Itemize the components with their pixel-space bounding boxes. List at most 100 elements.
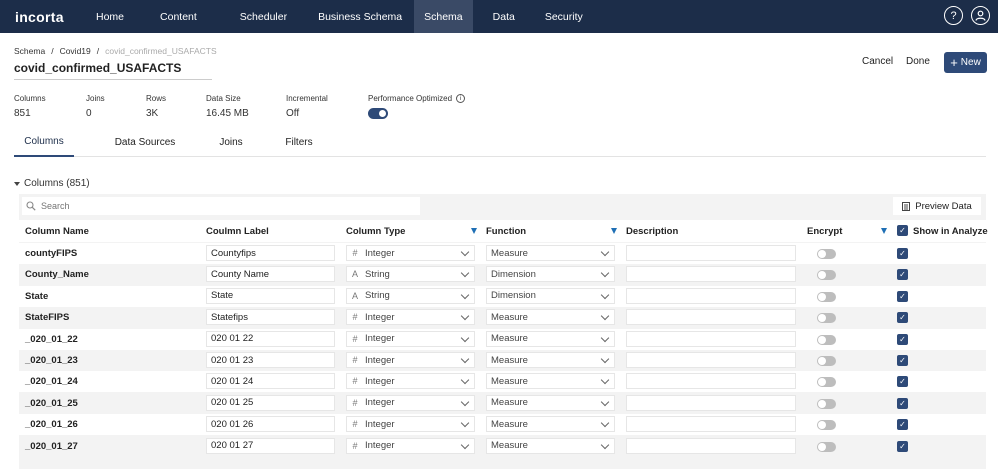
encrypt-toggle[interactable] — [817, 356, 836, 366]
column-label-input[interactable]: 020 01 26 — [206, 416, 335, 433]
column-label-input[interactable]: County Name — [206, 266, 335, 283]
show-in-analyze-checkbox[interactable]: ✓ — [897, 333, 908, 345]
tab-joins[interactable]: Joins — [206, 128, 256, 157]
column-label-input[interactable]: Statefips — [206, 309, 335, 326]
show-in-analyze-checkbox[interactable]: ✓ — [897, 397, 908, 409]
show-in-analyze-checkbox[interactable]: ✓ — [897, 376, 908, 388]
nav-schema[interactable]: Schema — [414, 0, 473, 33]
column-type-select[interactable]: # Integer — [346, 373, 475, 390]
filter-icon[interactable] — [881, 228, 887, 234]
stat-columns: Columns 851 — [14, 94, 46, 119]
description-input[interactable] — [626, 309, 796, 326]
description-input[interactable] — [626, 245, 796, 261]
new-button[interactable]: + New — [944, 52, 987, 73]
function-select[interactable]: Dimension — [486, 287, 615, 304]
column-type-select[interactable]: A String — [346, 287, 475, 304]
search-input[interactable] — [41, 201, 401, 211]
column-type-select[interactable]: # Integer — [346, 245, 475, 261]
breadcrumb-covid19[interactable]: Covid19 — [60, 46, 91, 56]
nav-scheduler[interactable]: Scheduler — [230, 0, 297, 33]
done-button[interactable]: Done — [906, 56, 930, 67]
column-label-input[interactable]: 020 01 24 — [206, 373, 335, 390]
encrypt-toggle[interactable] — [817, 313, 836, 324]
nav-home[interactable]: Home — [86, 0, 134, 33]
tab-data-sources[interactable]: Data Sources — [86, 128, 204, 157]
column-label-input[interactable]: 020 01 27 — [206, 437, 335, 454]
header-description[interactable]: Description — [626, 226, 678, 237]
header-show-in-analyze[interactable]: Show in Analyze — [913, 226, 988, 237]
function-select[interactable]: Measure — [486, 352, 615, 368]
nav-content[interactable]: Content — [150, 0, 207, 33]
filter-icon[interactable] — [611, 228, 617, 234]
encrypt-toggle[interactable] — [817, 249, 836, 259]
encrypt-toggle[interactable] — [817, 270, 836, 281]
column-type-select[interactable]: # Integer — [346, 394, 475, 411]
type-icon: A — [351, 290, 358, 301]
column-type-select[interactable]: # Integer — [346, 309, 475, 326]
show-in-analyze-checkbox[interactable]: ✓ — [897, 248, 908, 259]
table-header: Column Name Coulmn Label Column Type Fun… — [19, 220, 988, 242]
performance-toggle[interactable] — [368, 108, 388, 120]
page-title[interactable]: covid_confirmed_USAFACTS — [14, 61, 181, 75]
function-select[interactable]: Measure — [486, 394, 615, 411]
show-in-analyze-checkbox[interactable]: ✓ — [897, 269, 908, 281]
column-label-input[interactable]: 020 01 25 — [206, 394, 335, 411]
function-select[interactable]: Measure — [486, 245, 615, 261]
encrypt-toggle[interactable] — [817, 377, 836, 388]
description-input[interactable] — [626, 373, 796, 390]
show-in-analyze-checkbox[interactable]: ✓ — [897, 290, 908, 302]
encrypt-toggle[interactable] — [817, 420, 836, 431]
function-select[interactable]: Measure — [486, 416, 615, 433]
header-encrypt[interactable]: Encrypt — [807, 226, 842, 237]
description-input[interactable] — [626, 437, 796, 454]
column-type-select[interactable]: # Integer — [346, 416, 475, 433]
incorta-logo[interactable]: incorta — [15, 9, 83, 25]
description-input[interactable] — [626, 352, 796, 368]
function-select[interactable]: Dimension — [486, 266, 615, 283]
show-in-analyze-checkbox[interactable]: ✓ — [897, 312, 908, 324]
show-all-checkbox[interactable]: ✓ — [897, 225, 908, 236]
info-icon[interactable]: i — [456, 94, 466, 104]
nav-data[interactable]: Data — [483, 0, 525, 33]
header-column-label[interactable]: Coulmn Label — [206, 226, 269, 237]
columns-section-toggle[interactable]: Columns (851) — [14, 178, 90, 189]
question-circle-icon[interactable]: ? — [944, 6, 963, 25]
encrypt-toggle[interactable] — [817, 291, 836, 302]
tab-columns[interactable]: Columns — [14, 128, 74, 157]
function-select[interactable]: Measure — [486, 309, 615, 326]
tab-filters[interactable]: Filters — [274, 128, 324, 157]
header-function[interactable]: Function — [486, 226, 526, 237]
nav-security[interactable]: Security — [535, 0, 593, 33]
type-icon: A — [351, 269, 358, 280]
column-label-input[interactable]: State — [206, 287, 335, 304]
show-in-analyze-checkbox[interactable]: ✓ — [897, 440, 908, 452]
function-select[interactable]: Measure — [486, 330, 615, 347]
function-select[interactable]: Measure — [486, 373, 615, 390]
header-column-type[interactable]: Column Type — [346, 226, 405, 237]
preview-data-button[interactable]: Preview Data — [893, 197, 981, 215]
column-type-select[interactable]: # Integer — [346, 437, 475, 454]
column-label-input[interactable]: 020 01 22 — [206, 330, 335, 347]
column-label-input[interactable]: 020 01 23 — [206, 352, 335, 368]
encrypt-toggle[interactable] — [817, 334, 836, 345]
column-type-select[interactable]: # Integer — [346, 352, 475, 368]
encrypt-toggle[interactable] — [817, 398, 836, 409]
header-column-name[interactable]: Column Name — [25, 226, 89, 237]
breadcrumb-schema[interactable]: Schema — [14, 46, 45, 56]
user-circle-icon[interactable] — [971, 6, 990, 25]
description-input[interactable] — [626, 266, 796, 283]
column-type-select[interactable]: # Integer — [346, 330, 475, 347]
nav-business-schema[interactable]: Business Schema — [308, 0, 412, 33]
function-select[interactable]: Measure — [486, 437, 615, 454]
column-label-input[interactable]: Countyfips — [206, 245, 335, 261]
show-in-analyze-checkbox[interactable]: ✓ — [897, 419, 908, 431]
description-input[interactable] — [626, 394, 796, 411]
column-type-select[interactable]: A String — [346, 266, 475, 283]
show-in-analyze-checkbox[interactable]: ✓ — [897, 355, 908, 366]
description-input[interactable] — [626, 287, 796, 304]
filter-icon[interactable] — [471, 228, 477, 234]
encrypt-toggle[interactable] — [817, 441, 836, 452]
description-input[interactable] — [626, 416, 796, 433]
description-input[interactable] — [626, 330, 796, 347]
cancel-button[interactable]: Cancel — [862, 56, 893, 67]
